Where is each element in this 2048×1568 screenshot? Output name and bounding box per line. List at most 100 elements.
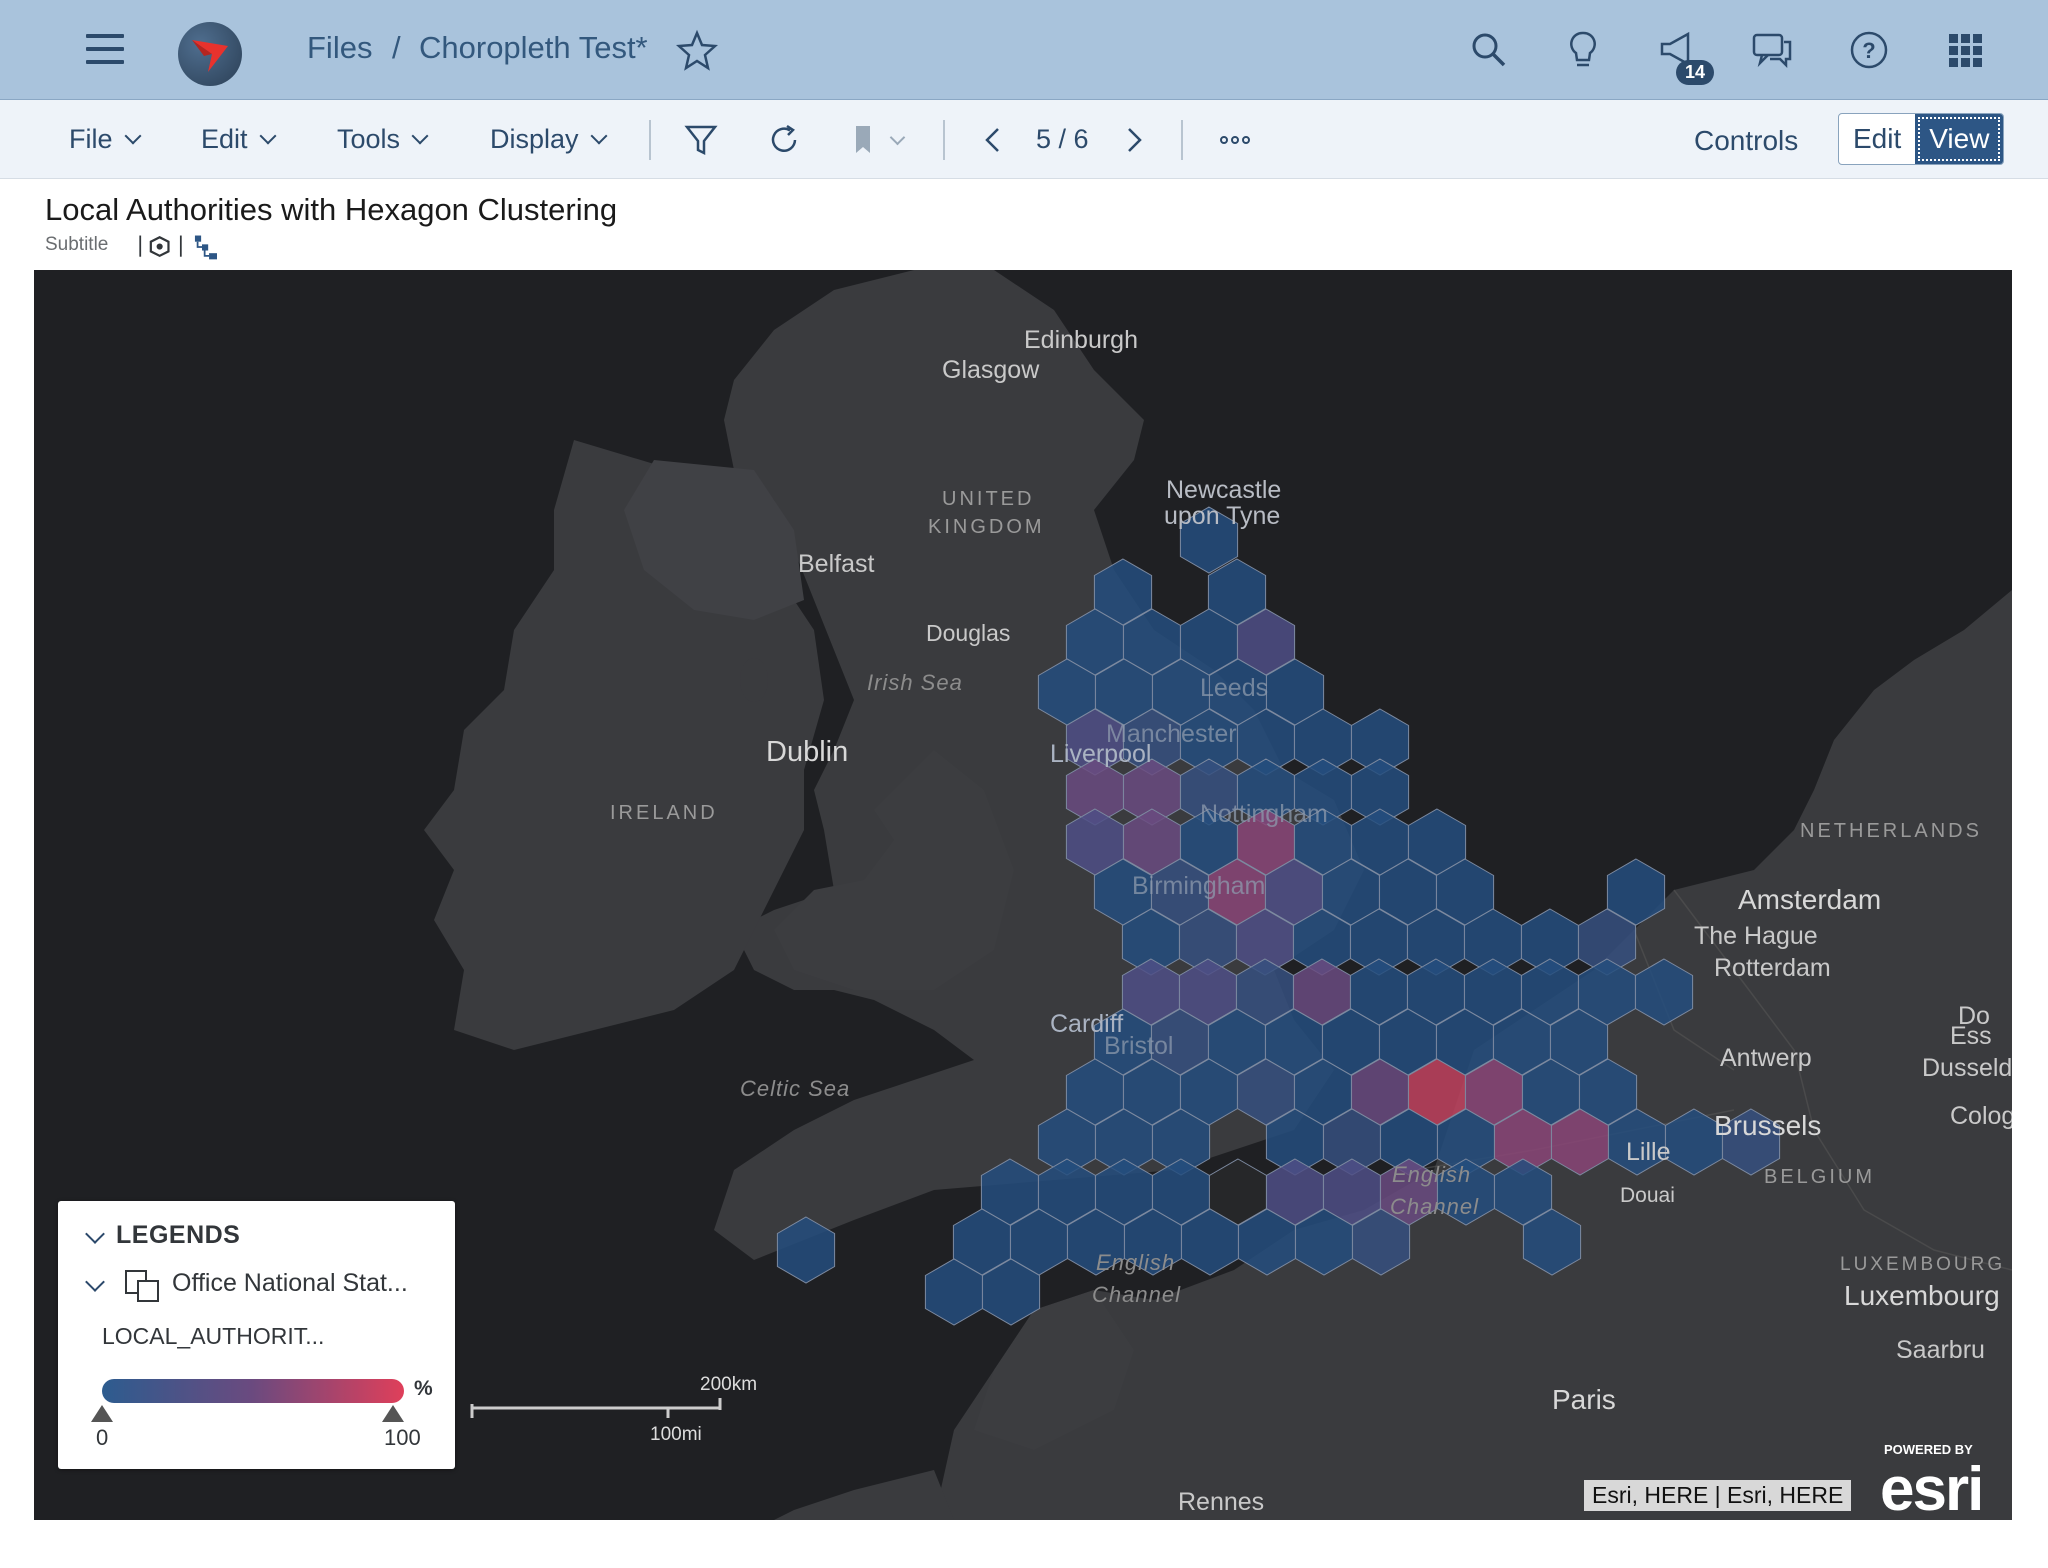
label-rennes: Rennes xyxy=(1178,1488,1265,1516)
tools-menu[interactable]: Tools xyxy=(337,124,429,155)
label-english-channel-1: English xyxy=(1392,1162,1472,1187)
label-bristol: Bristol xyxy=(1104,1032,1174,1060)
chat-icon[interactable] xyxy=(1750,28,1794,72)
widget-header-icons xyxy=(139,235,217,260)
label-newcastle-line2: upon Tyne xyxy=(1164,502,1281,530)
label-saarbrucken: Saarbru xyxy=(1896,1336,1985,1364)
menu-icon[interactable] xyxy=(86,34,124,66)
label-luxembourg: Luxembourg xyxy=(1844,1280,2000,1311)
shell-header: Files / Choropleth Test* 14 ? xyxy=(0,0,2048,100)
favorite-star-icon[interactable] xyxy=(675,28,719,72)
more-options-icon[interactable] xyxy=(1217,122,1253,158)
toolbar-divider xyxy=(943,120,945,160)
previous-page-icon[interactable] xyxy=(976,122,1012,158)
legend-field-name: LOCAL_AUTHORIT... xyxy=(102,1323,325,1349)
bookmark-icon[interactable] xyxy=(848,122,884,158)
hierarchy-icon[interactable] xyxy=(194,235,217,260)
svg-text:?: ? xyxy=(1862,38,1875,63)
file-menu[interactable]: File xyxy=(69,124,142,155)
search-icon[interactable] xyxy=(1467,28,1511,72)
label-lille: Lille xyxy=(1626,1138,1671,1166)
legend-layer-name: Office National Stat... xyxy=(172,1269,408,1297)
chevron-down-icon xyxy=(411,127,429,145)
legend-min-value: 0 xyxy=(96,1425,109,1450)
legend-max-marker xyxy=(382,1405,404,1422)
label-the-hague: The Hague xyxy=(1694,922,1818,950)
display-menu-label: Display xyxy=(490,124,579,154)
label-douai: Douai xyxy=(1620,1184,1675,1207)
label-english-channel-4: Channel xyxy=(1092,1282,1181,1307)
label-amsterdam: Amsterdam xyxy=(1738,884,1882,915)
label-english-channel-3: English xyxy=(1096,1250,1176,1275)
chevron-down-icon xyxy=(259,127,277,145)
label-brussels: Brussels xyxy=(1714,1110,1822,1141)
label-netherlands: NETHERLANDS xyxy=(1800,820,1982,842)
label-dortmund: Do xyxy=(1958,1002,1990,1030)
label-dublin: Dublin xyxy=(766,736,849,768)
widget-subtitle: Subtitle xyxy=(45,234,109,255)
label-douglas: Douglas xyxy=(926,620,1011,646)
map-canvas[interactable]: Edinburgh Glasgow UNITED KINGDOM Newcast… xyxy=(34,270,2012,1520)
layer-icon xyxy=(125,1270,159,1302)
app-logo[interactable] xyxy=(178,22,242,86)
label-nottingham: Nottingham xyxy=(1200,800,1328,828)
edit-mode-button[interactable]: Edit xyxy=(1839,114,1915,164)
collapse-layer-icon[interactable] xyxy=(85,1272,105,1292)
map-attribution[interactable]: Esri, HERE | Esri, HERE xyxy=(1584,1480,1852,1511)
toolbar-divider xyxy=(1181,120,1183,160)
file-menu-label: File xyxy=(69,124,113,154)
label-newcastle-line1: Newcastle xyxy=(1166,476,1282,504)
scale-km-label: 200km xyxy=(700,1374,758,1395)
label-uk-line2: KINGDOM xyxy=(928,516,1045,538)
breadcrumb-separator: / xyxy=(392,30,401,65)
label-ireland: IRELAND xyxy=(610,802,718,824)
filter-icon[interactable] xyxy=(683,122,719,158)
legend-unit: % xyxy=(414,1377,433,1400)
label-belgium: BELGIUM xyxy=(1764,1166,1876,1188)
tools-menu-label: Tools xyxy=(337,124,401,154)
label-birmingham: Birmingham xyxy=(1132,872,1266,900)
label-belfast: Belfast xyxy=(798,550,875,578)
widget-title: Local Authorities with Hexagon Clusterin… xyxy=(45,192,618,227)
refresh-icon[interactable] xyxy=(766,122,802,158)
geo-icon[interactable] xyxy=(149,236,170,258)
hexagon-cell[interactable] xyxy=(776,1216,836,1284)
edit-view-toggle: Edit View xyxy=(1838,113,2005,165)
bookmark-chevron-icon[interactable] xyxy=(889,129,906,146)
app-grid-icon[interactable] xyxy=(1943,28,1987,72)
label-uk-line1: UNITED xyxy=(942,488,1035,510)
chevron-down-icon xyxy=(124,127,142,145)
label-edinburgh: Edinburgh xyxy=(1024,326,1138,354)
label-cologne: Colog xyxy=(1950,1102,2012,1130)
edit-menu[interactable]: Edit xyxy=(201,124,277,155)
chevron-down-icon xyxy=(590,127,608,145)
label-leeds: Leeds xyxy=(1200,674,1269,702)
label-liverpool: Liverpool xyxy=(1050,740,1152,768)
page-indicator: 5 / 6 xyxy=(1036,124,1089,154)
label-english-channel-2: Channel xyxy=(1390,1194,1479,1219)
legend-min-marker xyxy=(91,1405,113,1422)
legend-header: LEGENDS xyxy=(116,1221,241,1249)
help-icon[interactable]: ? xyxy=(1847,28,1891,72)
scale-mi-label: 100mi xyxy=(650,1424,702,1445)
legend-max-value: 100 xyxy=(384,1425,421,1450)
hexagon-cell[interactable] xyxy=(1634,958,1694,1026)
label-dusseldorf: Dusseld xyxy=(1922,1054,2012,1082)
esri-logo: esri xyxy=(1880,1455,1984,1520)
breadcrumb-files[interactable]: Files xyxy=(307,30,372,66)
lightbulb-icon[interactable] xyxy=(1561,28,1605,72)
controls-button[interactable]: Controls xyxy=(1694,125,1798,157)
label-celtic-sea: Celtic Sea xyxy=(740,1076,851,1101)
label-rotterdam: Rotterdam xyxy=(1714,954,1831,982)
toolbar-divider xyxy=(649,120,651,160)
view-mode-button[interactable]: View xyxy=(1915,114,2004,164)
label-irish-sea: Irish Sea xyxy=(867,670,963,695)
label-antwerp: Antwerp xyxy=(1720,1044,1812,1072)
map-legend: LEGENDS Office National Stat... LOCAL_AU… xyxy=(58,1201,455,1469)
display-menu[interactable]: Display xyxy=(490,124,608,155)
next-page-icon[interactable] xyxy=(1115,122,1151,158)
label-glasgow: Glasgow xyxy=(942,356,1040,384)
collapse-legends-icon[interactable] xyxy=(85,1224,105,1244)
label-luxembourg-country: LUXEMBOURG xyxy=(1840,1254,2006,1275)
edit-menu-label: Edit xyxy=(201,124,248,154)
